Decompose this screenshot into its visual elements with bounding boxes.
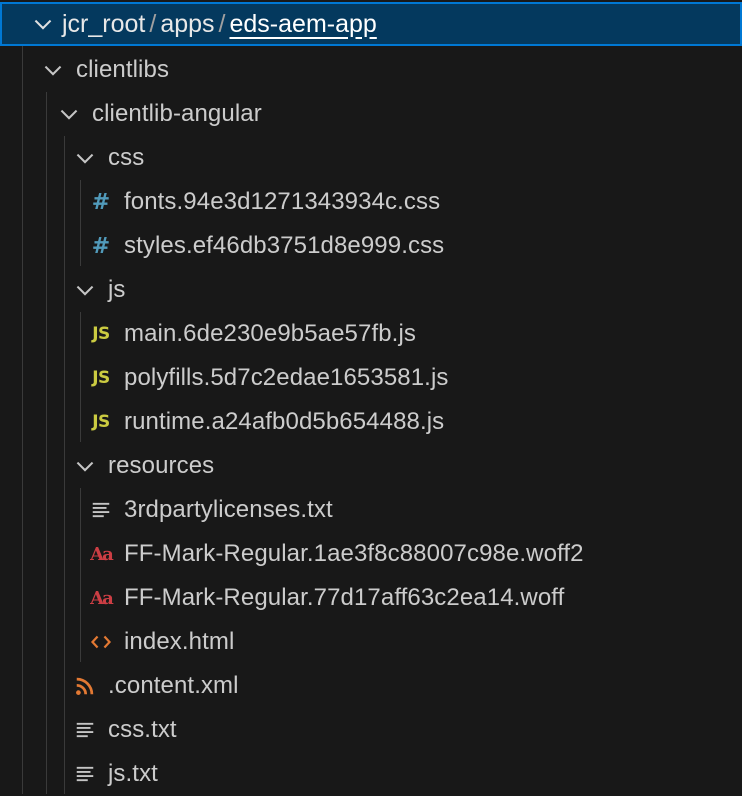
folder-label: css [108,144,145,171]
file-row-css[interactable]: # styles.ef46db3751d8e999.css [0,224,742,268]
file-explorer: jcr_root / apps / eds-aem-app clientlibs… [0,0,742,794]
file-label: .content.xml [108,672,239,699]
file-label: js.txt [108,760,158,787]
file-row-txt[interactable]: css.txt [0,708,742,752]
breadcrumb: jcr_root / apps / eds-aem-app [62,10,377,39]
text-file-icon [72,761,98,787]
file-label: index.html [124,628,235,655]
folder-label: clientlibs [76,56,170,83]
file-row-css[interactable]: # fonts.94e3d1271343934c.css [0,180,742,224]
file-row-html[interactable]: index.html [0,620,742,664]
folder-label: resources [108,452,215,479]
file-label: FF-Mark-Regular.1ae3f8c88007c98e.woff2 [124,540,584,567]
file-label: runtime.a24afb0d5b654488.js [124,408,445,435]
js-file-icon: JS [92,412,110,432]
rss-icon [72,673,98,699]
file-row-txt[interactable]: js.txt [0,752,742,796]
chevron-down-icon [42,59,64,81]
breadcrumb-item-jcr-root[interactable]: jcr_root [62,10,145,39]
folder-label: js [108,276,126,303]
file-row-font[interactable]: Aa FF-Mark-Regular.77d17aff63c2ea14.woff [0,576,742,620]
chevron-down-icon [74,279,96,301]
folder-row-js[interactable]: js [0,268,742,312]
file-row-js[interactable]: JS polyfills.5d7c2edae1653581.js [0,356,742,400]
chevron-down-icon [74,455,96,477]
breadcrumb-item-eds-aem-app[interactable]: eds-aem-app [230,10,377,39]
chevron-down-icon [58,103,80,125]
chevron-down-icon [74,147,96,169]
folder-row-css[interactable]: css [0,136,742,180]
file-row-xml[interactable]: .content.xml [0,664,742,708]
breadcrumb-separator: / [149,9,157,38]
file-row-font[interactable]: Aa FF-Mark-Regular.1ae3f8c88007c98e.woff… [0,532,742,576]
file-label: FF-Mark-Regular.77d17aff63c2ea14.woff [124,584,565,611]
folder-row-resources[interactable]: resources [0,444,742,488]
text-file-icon [72,717,98,743]
css-file-icon: # [91,189,111,215]
file-label: polyfills.5d7c2edae1653581.js [124,364,449,391]
folder-label: clientlib-angular [92,100,262,127]
file-label: css.txt [108,716,177,743]
chevron-down-icon [32,13,54,35]
file-label: main.6de230e9b5ae57fb.js [124,320,416,347]
font-file-icon: Aa [90,543,114,565]
folder-row-breadcrumb[interactable]: jcr_root / apps / eds-aem-app [0,2,742,46]
file-row-js[interactable]: JS main.6de230e9b5ae57fb.js [0,312,742,356]
folder-row-clientlibs[interactable]: clientlibs [0,48,742,92]
file-label: fonts.94e3d1271343934c.css [124,188,441,215]
file-label: styles.ef46db3751d8e999.css [124,232,445,259]
folder-row-clientlib-angular[interactable]: clientlib-angular [0,92,742,136]
font-file-icon: Aa [90,587,114,609]
file-row-txt[interactable]: 3rdpartylicenses.txt [0,488,742,532]
text-file-icon [88,497,114,523]
html-file-icon [88,629,114,655]
css-file-icon: # [91,233,111,259]
js-file-icon: JS [92,324,110,344]
breadcrumb-item-apps[interactable]: apps [160,10,214,39]
js-file-icon: JS [92,368,110,388]
breadcrumb-separator: / [218,9,226,38]
file-row-js[interactable]: JS runtime.a24afb0d5b654488.js [0,400,742,444]
file-label: 3rdpartylicenses.txt [124,496,333,523]
